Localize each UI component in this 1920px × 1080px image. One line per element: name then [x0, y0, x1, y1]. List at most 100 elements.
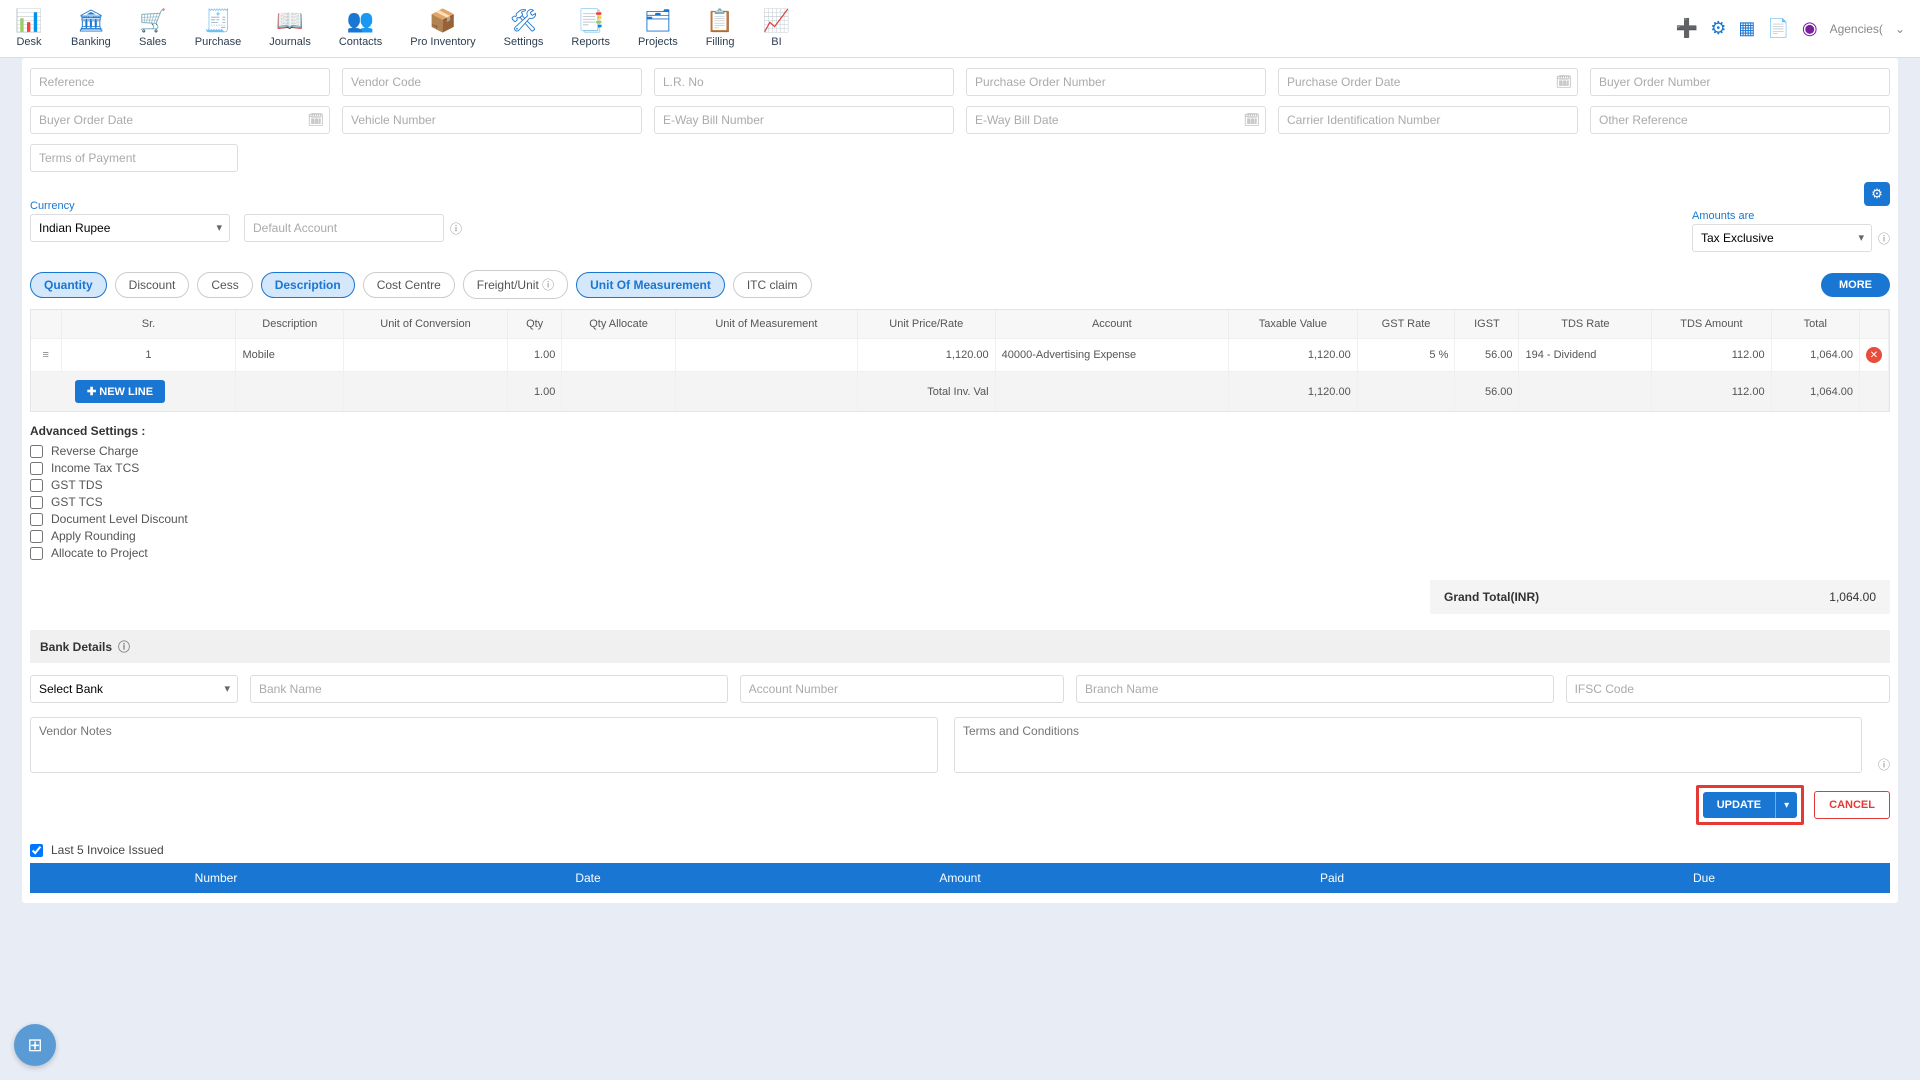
nav-bi[interactable]: 📈BI [762, 9, 790, 48]
pill-freight[interactable]: Freight/Unit ⓘ [463, 270, 568, 299]
info-icon[interactable]: ⓘ [1878, 756, 1890, 773]
last5-checkbox[interactable] [30, 844, 43, 857]
default-account-input[interactable] [244, 214, 444, 242]
check-reverse-charge[interactable]: Reverse Charge [30, 444, 1890, 458]
cell-tds-rate[interactable]: 194 - Dividend [1519, 339, 1652, 372]
floating-apps-button[interactable]: ⊞ [14, 1024, 56, 1066]
col-due: Due [1518, 863, 1890, 893]
drag-handle-icon[interactable]: ≡ [43, 349, 49, 361]
agencies-label[interactable]: Agencies( [1830, 22, 1883, 36]
calendar-icon[interactable]: 🗓 [1243, 112, 1260, 128]
cell-total[interactable]: 1,064.00 [1771, 339, 1859, 372]
nav-filling[interactable]: 📋Filling [706, 9, 735, 48]
cell-desc[interactable]: Mobile [236, 339, 344, 372]
totals-row: ✚ NEW LINE 1.00 Total Inv. Val 1,120.00 … [31, 372, 1889, 412]
cell-conv[interactable] [344, 339, 508, 372]
pill-itc[interactable]: ITC claim [733, 272, 812, 298]
topbar: 📊Desk 🏛Banking 🛒Sales 🧾Purchase 📖Journal… [0, 0, 1920, 58]
update-button-group: UPDATE ▾ [1696, 785, 1804, 825]
gear-icon[interactable]: ⚙ [1710, 18, 1726, 39]
nav-reports[interactable]: 📑Reports [571, 9, 610, 48]
pill-quantity[interactable]: Quantity [30, 272, 107, 298]
cell-account[interactable]: 40000-Advertising Expense [995, 339, 1228, 372]
cancel-button[interactable]: CANCEL [1814, 791, 1890, 819]
projects-icon: 🗂 [644, 9, 672, 33]
check-doc-discount[interactable]: Document Level Discount [30, 512, 1890, 526]
th-gst-rate: GST Rate [1357, 310, 1455, 339]
update-dropdown-button[interactable]: ▾ [1775, 792, 1797, 818]
chevron-down-icon[interactable]: ⌄ [1895, 22, 1905, 36]
apps-icon[interactable]: ▦ [1738, 18, 1755, 39]
cell-uom[interactable] [675, 339, 857, 372]
check-gst-tds[interactable]: GST TDS [30, 478, 1890, 492]
nav-banking[interactable]: 🏛Banking [71, 9, 111, 48]
check-apply-rounding[interactable]: Apply Rounding [30, 529, 1890, 543]
terms-conditions-textarea[interactable] [954, 717, 1862, 773]
bank-name-input[interactable] [250, 675, 728, 703]
eway-bill-number-input[interactable] [654, 106, 954, 134]
info-icon[interactable]: ⓘ [118, 638, 130, 655]
cell-sr[interactable]: 1 [61, 339, 236, 372]
info-icon[interactable]: ⓘ [1878, 230, 1890, 247]
other-reference-input[interactable] [1590, 106, 1890, 134]
grand-total-value: 1,064.00 [1829, 590, 1876, 604]
currency-select[interactable]: Indian Rupee [30, 214, 230, 242]
po-date-input[interactable] [1278, 68, 1578, 96]
amounts-select[interactable]: Tax Exclusive [1692, 224, 1872, 252]
nav-pro-inventory[interactable]: 📦Pro Inventory [410, 9, 475, 48]
check-allocate-project[interactable]: Allocate to Project [30, 546, 1890, 560]
cell-igst[interactable]: 56.00 [1455, 339, 1519, 372]
cell-qty[interactable]: 1.00 [507, 339, 561, 372]
vendor-code-input[interactable] [342, 68, 642, 96]
cell-rate[interactable]: 1,120.00 [857, 339, 995, 372]
pill-description[interactable]: Description [261, 272, 355, 298]
nav-journals[interactable]: 📖Journals [269, 9, 311, 48]
nav-desk[interactable]: 📊Desk [15, 9, 43, 48]
nav-sales[interactable]: 🛒Sales [139, 9, 167, 48]
delete-row-button[interactable]: ✕ [1866, 347, 1882, 363]
reference-input[interactable] [30, 68, 330, 96]
buyer-order-number-input[interactable] [1590, 68, 1890, 96]
vendor-notes-textarea[interactable] [30, 717, 938, 773]
purchase-icon: 🧾 [204, 9, 232, 33]
circle-icon[interactable]: ◉ [1802, 18, 1818, 39]
desk-icon: 📊 [15, 9, 43, 33]
po-number-input[interactable] [966, 68, 1266, 96]
table-row[interactable]: ≡ 1 Mobile 1.00 1,120.00 40000-Advertisi… [31, 339, 1889, 372]
nav-settings[interactable]: 🛠Settings [504, 9, 544, 48]
carrier-id-input[interactable] [1278, 106, 1578, 134]
pill-cess[interactable]: Cess [197, 272, 252, 298]
account-number-input[interactable] [740, 675, 1064, 703]
cell-taxable[interactable]: 1,120.00 [1229, 339, 1358, 372]
doc-icon[interactable]: 📄 [1767, 18, 1789, 39]
nav-purchase[interactable]: 🧾Purchase [195, 9, 241, 48]
calendar-icon[interactable]: 🗓 [307, 112, 324, 128]
lr-no-input[interactable] [654, 68, 954, 96]
settings-gear-button[interactable]: ⚙ [1864, 182, 1890, 206]
branch-name-input[interactable] [1076, 675, 1554, 703]
check-gst-tcs[interactable]: GST TCS [30, 495, 1890, 509]
more-button[interactable]: MORE [1821, 273, 1890, 297]
calendar-icon[interactable]: 🗓 [1555, 74, 1572, 90]
cell-qty-alloc[interactable] [562, 339, 675, 372]
nav-projects[interactable]: 🗂Projects [638, 9, 678, 48]
vehicle-number-input[interactable] [342, 106, 642, 134]
pill-cost-centre[interactable]: Cost Centre [363, 272, 455, 298]
check-income-tax-tcs[interactable]: Income Tax TCS [30, 461, 1890, 475]
plus-icon[interactable]: ➕ [1676, 18, 1698, 39]
terms-payment-input[interactable] [30, 144, 238, 172]
select-bank[interactable]: Select Bank [30, 675, 238, 703]
info-icon[interactable]: ⓘ [450, 220, 462, 237]
buyer-order-date-input[interactable] [30, 106, 330, 134]
cell-gst-rate[interactable]: 5 % [1357, 339, 1455, 372]
new-line-button[interactable]: ✚ NEW LINE [75, 380, 165, 403]
pill-uom[interactable]: Unit Of Measurement [576, 272, 725, 298]
ifsc-input[interactable] [1566, 675, 1890, 703]
eway-bill-date-input[interactable] [966, 106, 1266, 134]
col-date: Date [402, 863, 774, 893]
cell-tds-amount[interactable]: 112.00 [1652, 339, 1771, 372]
pill-discount[interactable]: Discount [115, 272, 190, 298]
nav-contacts[interactable]: 👥Contacts [339, 9, 382, 48]
update-button[interactable]: UPDATE [1703, 792, 1775, 818]
advanced-settings-title: Advanced Settings : [30, 424, 1890, 438]
